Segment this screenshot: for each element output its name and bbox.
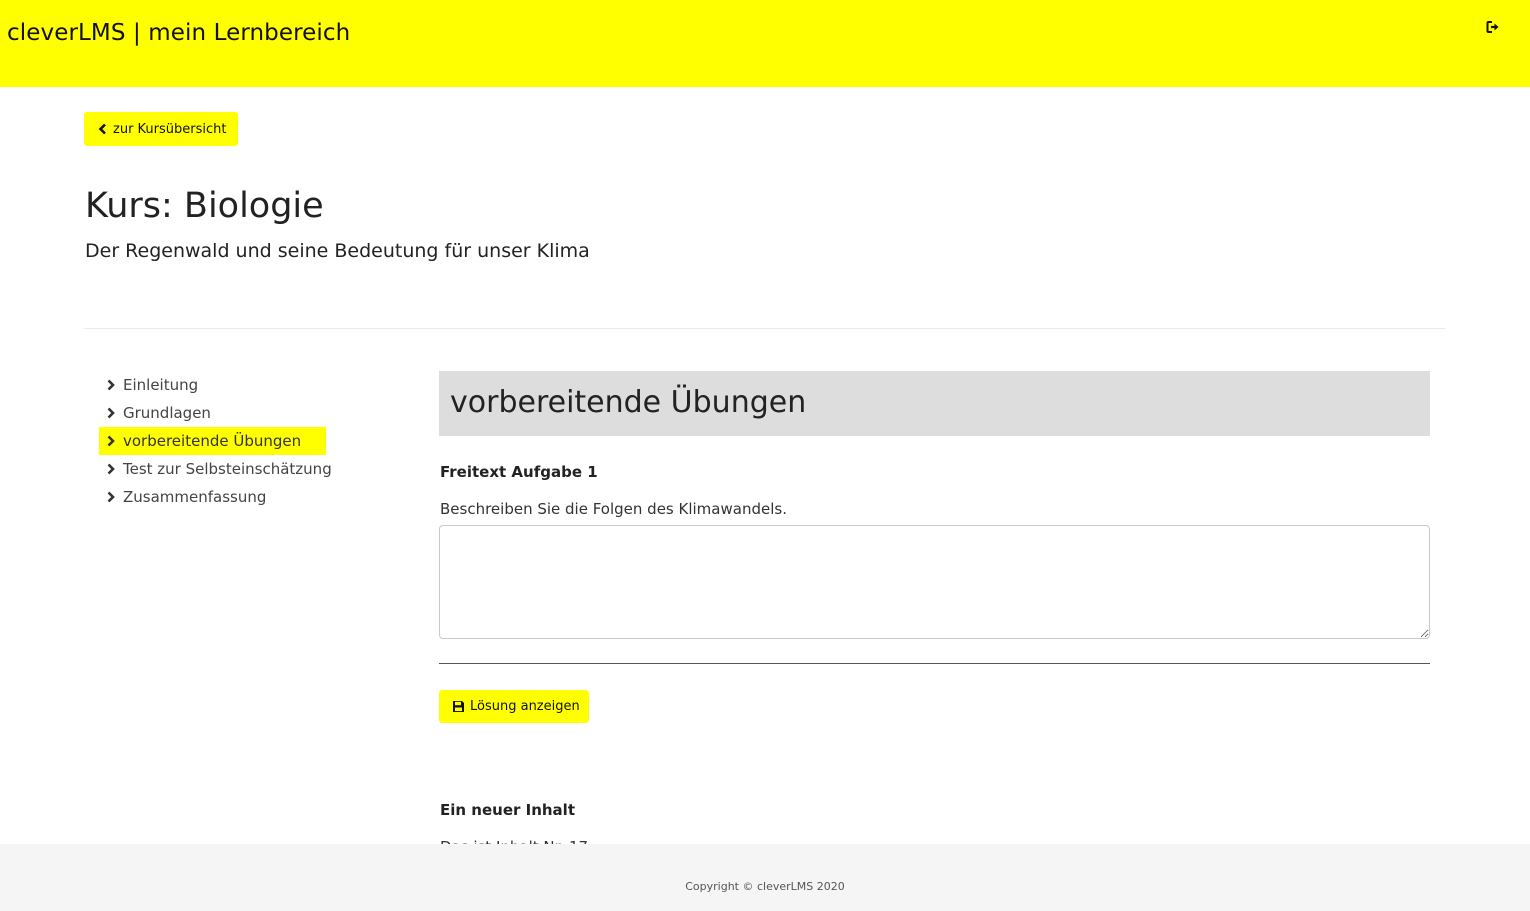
task-divider bbox=[439, 663, 1430, 664]
task-question: Beschreiben Sie die Folgen des Klimawand… bbox=[440, 500, 787, 518]
show-solution-label: Lösung anzeigen bbox=[470, 699, 580, 714]
chapter-label: Test zur Selbsteinschätzung bbox=[123, 460, 332, 478]
footer: Copyright © cleverLMS 2020 bbox=[0, 844, 1530, 911]
chevron-right-icon bbox=[106, 491, 118, 503]
save-icon bbox=[452, 700, 465, 713]
chapter-item-grundlagen[interactable]: Grundlagen bbox=[99, 399, 399, 427]
section-header: vorbereitende Übungen bbox=[439, 371, 1430, 436]
copyright-text: Copyright © cleverLMS 2020 bbox=[685, 880, 845, 893]
chapter-item-zusammenfassung[interactable]: Zusammenfassung bbox=[99, 483, 399, 511]
section-title: vorbereitende Übungen bbox=[450, 385, 807, 420]
chapter-label: Einleitung bbox=[123, 376, 199, 394]
chevron-right-icon bbox=[106, 435, 118, 447]
back-button-label: zur Kursübersicht bbox=[113, 121, 227, 137]
chapter-item-einleitung[interactable]: Einleitung bbox=[99, 371, 399, 399]
next-content-title: Ein neuer Inhalt bbox=[440, 801, 575, 819]
chapter-label: Zusammenfassung bbox=[123, 488, 267, 506]
top-bar: cleverLMS | mein Lernbereich bbox=[0, 0, 1530, 87]
chevron-left-icon bbox=[98, 123, 107, 135]
show-solution-button[interactable]: Lösung anzeigen bbox=[439, 690, 589, 723]
chevron-right-icon bbox=[106, 379, 118, 391]
answer-textarea[interactable] bbox=[439, 525, 1430, 639]
task-title: Freitext Aufgabe 1 bbox=[440, 463, 598, 481]
chapter-label: Grundlagen bbox=[123, 404, 211, 422]
chapter-navigation: Einleitung Grundlagen vorbereitende Übun… bbox=[99, 371, 399, 511]
chevron-right-icon bbox=[106, 407, 118, 419]
course-subtitle: Der Regenwald und seine Bedeutung für un… bbox=[85, 240, 590, 262]
course-title: Kurs: Biologie bbox=[85, 186, 324, 226]
chapter-item-vorbereitende-uebungen[interactable]: vorbereitende Übungen bbox=[99, 427, 326, 455]
chevron-right-icon bbox=[106, 463, 118, 475]
app-title: cleverLMS | mein Lernbereich bbox=[7, 20, 351, 46]
chapter-item-test-selbsteinschaetzung[interactable]: Test zur Selbsteinschätzung bbox=[99, 455, 399, 483]
divider bbox=[84, 328, 1445, 329]
back-to-course-overview-button[interactable]: zur Kursübersicht bbox=[84, 112, 238, 146]
chapter-label: vorbereitende Übungen bbox=[123, 432, 302, 450]
sign-out-icon[interactable] bbox=[1484, 18, 1502, 36]
